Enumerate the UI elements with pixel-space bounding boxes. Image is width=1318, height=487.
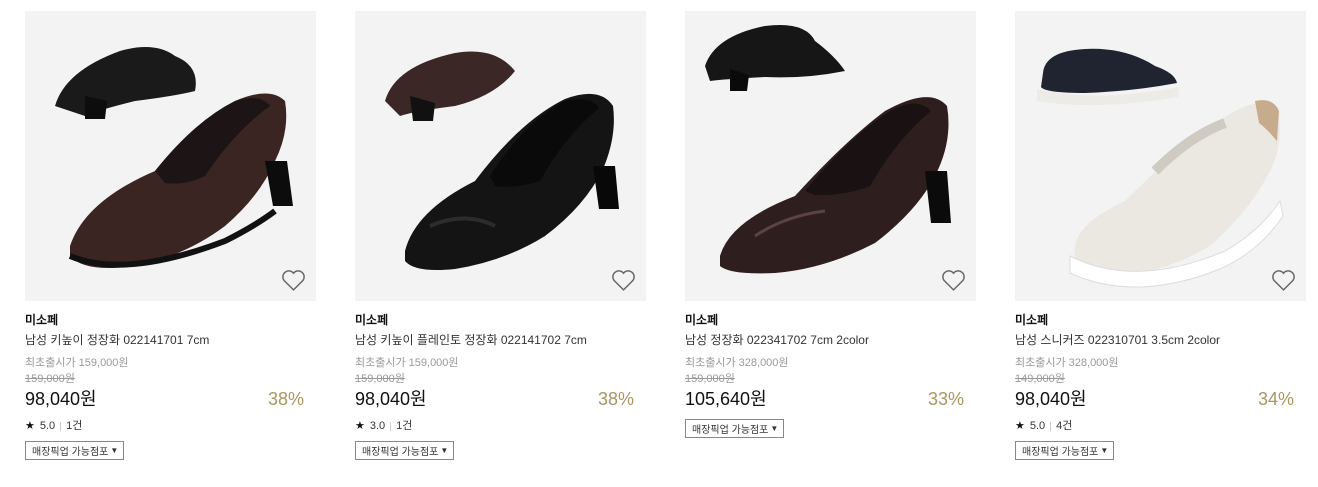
product-card[interactable]: 미소페 남성 키높이 플레인토 정장화 022141702 7cm 최초출시가 … (355, 11, 646, 460)
pickup-label: 매장픽업 가능점포 (692, 425, 769, 436)
product-name[interactable]: 남성 스니커즈 022310701 3.5cm 2color (1015, 332, 1306, 348)
store-pickup-dropdown[interactable]: 매장픽업 가능점포 ▼ (25, 441, 125, 460)
pickup-label: 매장픽업 가능점포 (362, 447, 439, 458)
sale-price: 98,040원 (1015, 389, 1087, 409)
heart-icon[interactable] (281, 269, 306, 292)
product-card[interactable]: 미소페 남성 키높이 정장화 022141701 7cm 최초출시가 159,0… (25, 11, 316, 460)
brand-name: 미소페 (1015, 313, 1049, 327)
triangle-down-icon: ▼ (440, 446, 449, 455)
rating-value: 5.0 (39, 420, 56, 432)
price-row: 105,640원 33% (685, 388, 976, 410)
heart-icon[interactable] (1271, 269, 1296, 292)
product-name[interactable]: 남성 키높이 플레인토 정장화 022141702 7cm (355, 332, 646, 348)
price-row: 98,040원 38% (25, 388, 316, 410)
triangle-down-icon: ▼ (1100, 446, 1109, 455)
store-pickup-dropdown[interactable]: 매장픽업 가능점포 ▼ (355, 441, 455, 460)
heart-icon[interactable] (611, 269, 636, 292)
rating-row: ★ 5.0 1건 (25, 419, 316, 433)
review-count: 4건 (1056, 420, 1073, 432)
strikethrough-price: 149,000원 (1015, 373, 1065, 385)
product-image[interactable] (355, 11, 646, 301)
product-image[interactable] (685, 11, 976, 301)
original-release-price: 최초출시가 328,000원 (1015, 357, 1119, 369)
rating-row: ★ 5.0 4건 (1015, 419, 1306, 433)
rating-value: 3.0 (369, 420, 386, 432)
discount-rate: 38% (597, 389, 634, 409)
price-row: 98,040원 38% (355, 388, 646, 410)
store-pickup-dropdown[interactable]: 매장픽업 가능점포 ▼ (685, 419, 785, 438)
product-card[interactable]: 미소페 남성 스니커즈 022310701 3.5cm 2color 최초출시가… (1015, 11, 1306, 460)
product-name[interactable]: 남성 정장화 022341702 7cm 2color (685, 332, 976, 348)
brand-name: 미소페 (685, 313, 719, 327)
strikethrough-price: 159,000원 (355, 373, 405, 385)
sale-price: 105,640원 (685, 389, 767, 409)
product-card[interactable]: 미소페 남성 정장화 022341702 7cm 2color 최초출시가 32… (685, 11, 976, 438)
star-icon: ★ (25, 420, 35, 432)
review-count: 1건 (66, 420, 83, 432)
product-name[interactable]: 남성 키높이 정장화 022141701 7cm (25, 332, 316, 348)
strikethrough-price: 159,000원 (25, 373, 75, 385)
rating-row: ★ 3.0 1건 (355, 419, 646, 433)
star-icon: ★ (1015, 420, 1025, 432)
store-pickup-dropdown[interactable]: 매장픽업 가능점포 ▼ (1015, 441, 1115, 460)
product-image[interactable] (1015, 11, 1306, 301)
rating-value: 5.0 (1029, 420, 1046, 432)
shoe-image (1037, 48, 1284, 288)
triangle-down-icon: ▼ (770, 424, 779, 433)
heart-icon[interactable] (941, 269, 966, 292)
price-row: 98,040원 34% (1015, 388, 1306, 410)
review-count: 1건 (396, 420, 413, 432)
discount-rate: 33% (927, 389, 964, 409)
original-release-price: 최초출시가 328,000원 (685, 357, 789, 369)
shoe-image (705, 25, 951, 274)
product-grid: 미소페 남성 키높이 정장화 022141701 7cm 최초출시가 159,0… (0, 0, 1318, 487)
divider (1050, 421, 1052, 431)
star-icon: ★ (355, 420, 365, 432)
divider (390, 421, 392, 431)
brand-name: 미소페 (25, 313, 59, 327)
pickup-label: 매장픽업 가능점포 (1022, 447, 1099, 458)
brand-name: 미소페 (355, 313, 389, 327)
sale-price: 98,040원 (355, 389, 427, 409)
original-release-price: 최초출시가 159,000원 (25, 357, 129, 369)
strikethrough-price: 159,000원 (685, 373, 735, 385)
sale-price: 98,040원 (25, 389, 97, 409)
original-release-price: 최초출시가 159,000원 (355, 357, 459, 369)
discount-rate: 34% (1257, 389, 1294, 409)
triangle-down-icon: ▼ (110, 446, 119, 455)
discount-rate: 38% (267, 389, 304, 409)
pickup-label: 매장픽업 가능점포 (32, 447, 109, 458)
product-image[interactable] (25, 11, 316, 301)
divider (60, 421, 62, 431)
shoe-image (55, 47, 293, 269)
shoe-image (385, 51, 619, 270)
